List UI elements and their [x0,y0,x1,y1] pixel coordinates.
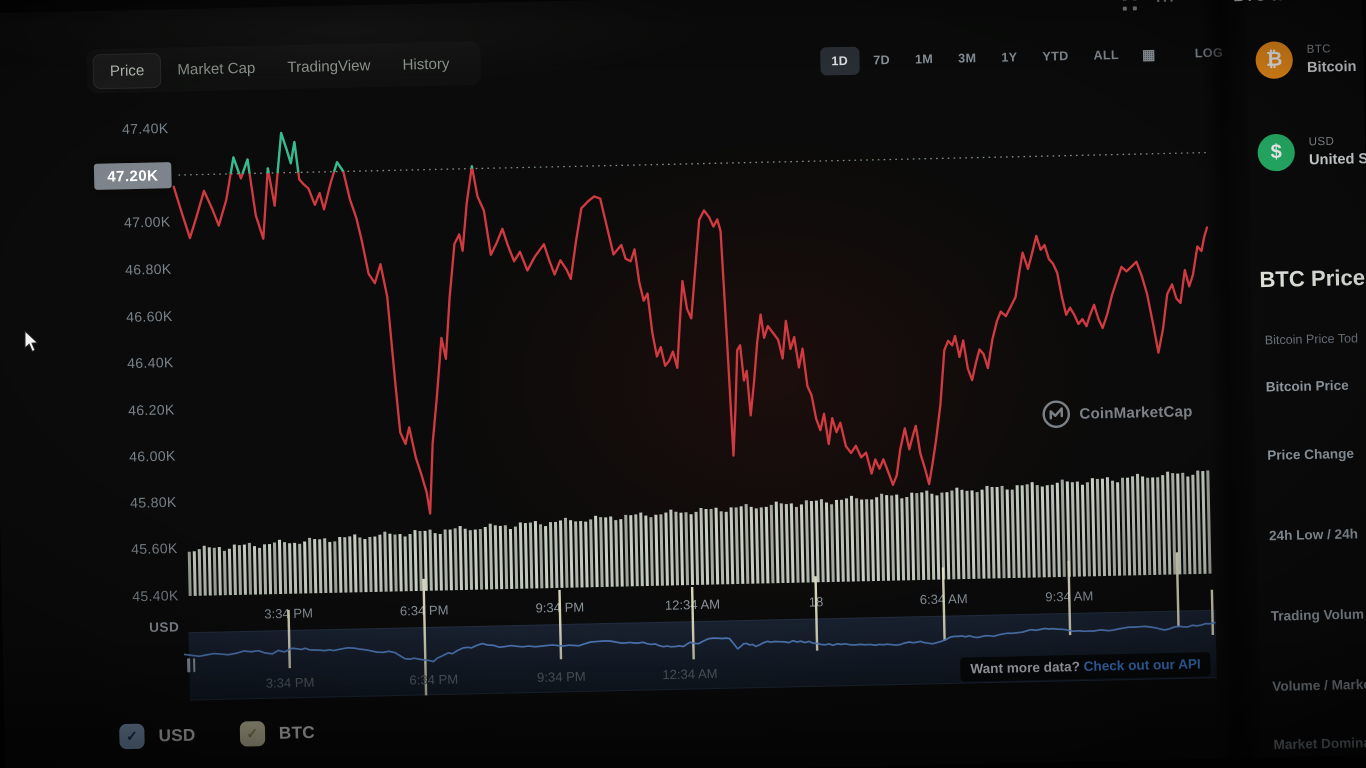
legend-usd-toggle[interactable]: ✓ USD [119,723,196,750]
navigator-tick: 6:34 PM [409,672,458,688]
legend-btc-label: BTC [279,722,315,743]
navigator-tick: 9:34 PM [537,669,586,685]
navigator-tick: 3:34 PM [266,675,315,691]
api-promo-text: Want more data? [970,659,1080,676]
photographed-monitor: Price Market Cap TradingView History 1D … [0,0,1366,768]
watermark-text: CoinMarketCap [1079,403,1193,423]
coinmarketcap-chart-page: Price Market Cap TradingView History 1D … [0,0,1366,768]
brush-handle-left[interactable] [187,658,195,672]
coinmarketcap-logo-icon [1041,399,1072,430]
usd-checkbox-icon[interactable]: ✓ [119,724,145,750]
btc-checkbox-icon[interactable]: ✓ [239,721,265,747]
mouse-cursor [24,330,40,354]
legend-btc-toggle[interactable]: ✓ BTC [239,720,315,747]
series-legend: ✓ USD ✓ BTC [119,720,315,749]
navigator-tick: 12:34 AM [662,666,718,682]
legend-usd-label: USD [158,725,195,746]
api-promo-link[interactable]: Check out our API [1084,656,1201,674]
coinmarketcap-watermark: CoinMarketCap [1041,396,1193,429]
